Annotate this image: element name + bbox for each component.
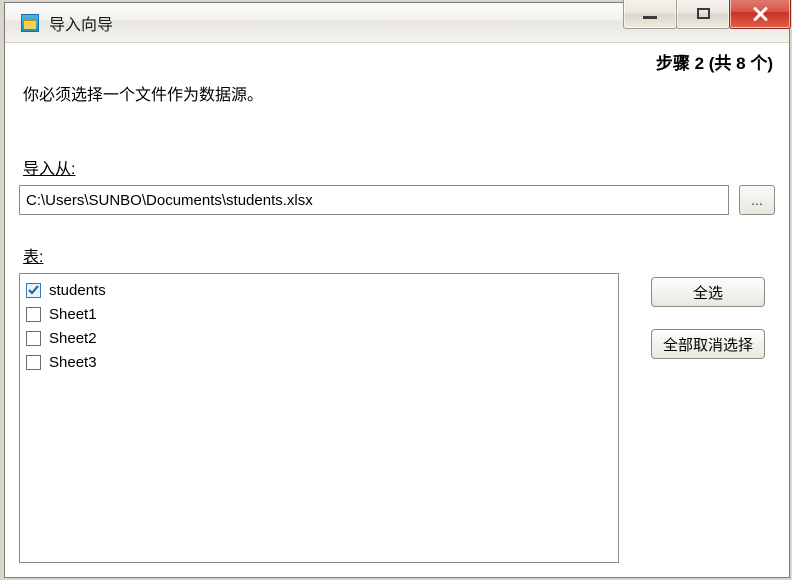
checkbox-icon[interactable] [26, 355, 41, 370]
checkbox-icon[interactable] [26, 307, 41, 322]
window-title: 导入向导 [49, 11, 113, 35]
import-from-label: 导入从: [23, 155, 775, 179]
close-icon [751, 5, 769, 23]
maximize-button[interactable] [676, 0, 730, 29]
tables-label: 表: [23, 243, 775, 267]
close-button[interactable] [729, 0, 791, 29]
mid-row: students Sheet1 Sheet2 Sheet3 全选 全部取消选择 [19, 273, 775, 563]
side-buttons: 全选 全部取消选择 [651, 277, 765, 359]
checkbox-icon[interactable] [26, 331, 41, 346]
import-from-row: ... [19, 185, 775, 215]
titlebar: 导入向导 [5, 3, 789, 43]
ellipsis-icon: ... [751, 192, 763, 208]
list-item-label: Sheet2 [49, 330, 97, 347]
list-item-label: Sheet1 [49, 306, 97, 323]
app-icon [21, 14, 39, 32]
list-item-label: students [49, 282, 106, 299]
import-path-input[interactable] [19, 185, 729, 215]
deselect-all-button[interactable]: 全部取消选择 [651, 329, 765, 359]
minimize-button[interactable] [623, 0, 677, 29]
list-item-label: Sheet3 [49, 354, 97, 371]
select-all-button[interactable]: 全选 [651, 277, 765, 307]
list-item[interactable]: Sheet2 [26, 326, 612, 350]
client-area: 步骤 2 (共 8 个) 你必须选择一个文件作为数据源。 导入从: ... 表:… [5, 43, 789, 577]
list-item[interactable]: students [26, 278, 612, 302]
maximize-icon [697, 8, 710, 19]
minimize-icon [643, 16, 657, 19]
import-wizard-window: 导入向导 步骤 2 (共 8 个) 你必须选择一个文件作为数据源。 导入从: .… [4, 2, 790, 578]
list-item[interactable]: Sheet1 [26, 302, 612, 326]
checkbox-icon[interactable] [26, 283, 41, 298]
instruction-text: 你必须选择一个文件作为数据源。 [23, 81, 775, 105]
step-indicator: 步骤 2 (共 8 个) [656, 49, 773, 74]
tables-listbox[interactable]: students Sheet1 Sheet2 Sheet3 [19, 273, 619, 563]
browse-button[interactable]: ... [739, 185, 775, 215]
list-item[interactable]: Sheet3 [26, 350, 612, 374]
window-controls [624, 0, 791, 29]
